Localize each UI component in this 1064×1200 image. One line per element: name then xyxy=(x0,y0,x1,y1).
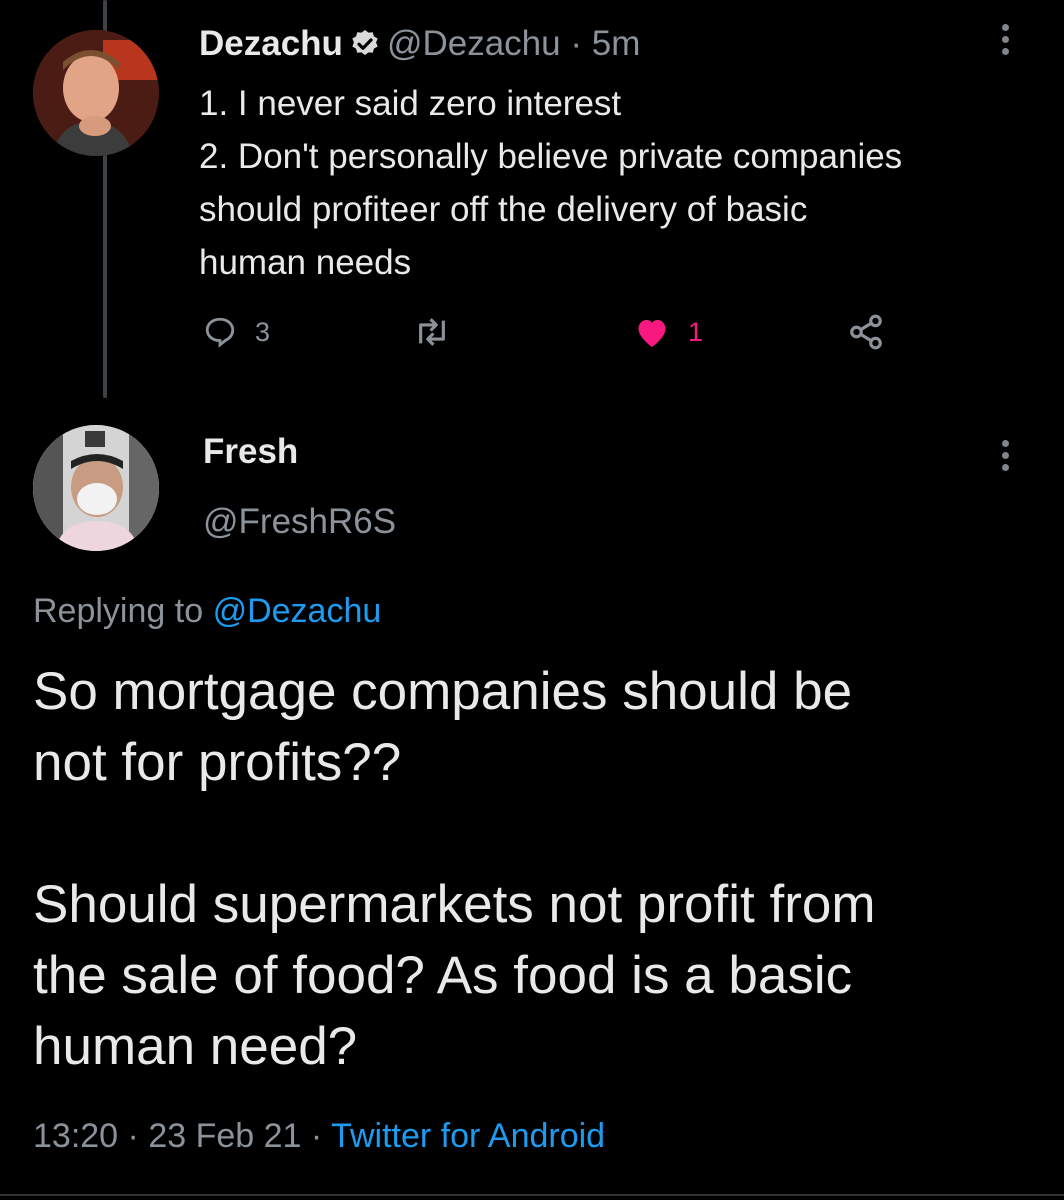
divider xyxy=(0,1194,1064,1196)
tweet-time[interactable]: 5m xyxy=(592,24,641,63)
tweet1-text: 1. I never said zero interest 2. Don't p… xyxy=(199,77,1039,289)
replying-to-link[interactable]: @Dezachu xyxy=(213,592,382,630)
header-separator: · xyxy=(570,24,582,63)
replying-to: Replying to @Dezachu xyxy=(33,592,381,631)
tweet-line: human needs xyxy=(199,243,412,282)
avatar-image xyxy=(33,425,159,551)
retweet-icon xyxy=(419,318,445,346)
more-options-button[interactable] xyxy=(1002,24,1009,60)
like-button[interactable]: 1 xyxy=(634,312,703,352)
like-count: 1 xyxy=(688,316,704,347)
reply-button[interactable]: 3 xyxy=(203,312,270,352)
more-vert-icon xyxy=(1002,440,1009,447)
more-vert-icon xyxy=(1002,24,1009,31)
author-handle[interactable]: @FreshR6S xyxy=(203,502,396,542)
replying-prefix: Replying to xyxy=(33,592,204,630)
reply-count: 3 xyxy=(255,316,271,347)
tweet-line: the sale of food? As food is a basic xyxy=(33,946,853,1005)
author-name[interactable]: Dezachu xyxy=(199,24,343,63)
more-vert-icon-dot xyxy=(1002,452,1009,459)
avatar[interactable] xyxy=(33,30,159,156)
share-button[interactable] xyxy=(846,312,886,352)
tweet1-header: Dezachu @Dezachu · 5m xyxy=(199,24,640,69)
tweet-line: Should supermarkets not profit from xyxy=(33,875,876,934)
meta-separator: · xyxy=(310,1117,323,1155)
tweet-line: 2. Don't personally believe private comp… xyxy=(199,137,903,176)
tweet-source-link[interactable]: Twitter for Android xyxy=(331,1117,605,1155)
tweet2-text: So mortgage companies should be not for … xyxy=(33,656,1033,1082)
more-options-button[interactable] xyxy=(1002,440,1009,476)
tweet-date: 23 Feb 21 xyxy=(148,1117,302,1155)
tweet-line: 1. I never said zero interest xyxy=(199,84,622,123)
more-vert-icon-dot xyxy=(1002,48,1009,55)
meta-separator: · xyxy=(127,1117,139,1155)
author-name[interactable]: Fresh xyxy=(203,432,298,472)
tweet-line: not for profits?? xyxy=(33,733,402,792)
avatar[interactable] xyxy=(33,425,159,551)
share-icon xyxy=(850,314,882,350)
retweet-button[interactable] xyxy=(412,312,452,352)
tweet-time: 13:20 xyxy=(33,1117,119,1155)
more-vert-icon-dot xyxy=(1002,36,1009,43)
verified-badge-icon xyxy=(349,28,381,69)
avatar-image xyxy=(33,30,159,156)
author-handle[interactable]: @Dezachu xyxy=(387,24,561,63)
heart-icon xyxy=(638,320,666,347)
tweet-line: should profiteer off the delivery of bas… xyxy=(199,190,808,229)
tweet-line: So mortgage companies should be xyxy=(33,662,853,721)
tweet-line: human need? xyxy=(33,1017,358,1076)
reply-icon xyxy=(205,317,235,348)
more-vert-icon-dot xyxy=(1002,464,1009,471)
tweet-meta: 13:20 · 23 Feb 21 · Twitter for Android xyxy=(33,1117,605,1156)
